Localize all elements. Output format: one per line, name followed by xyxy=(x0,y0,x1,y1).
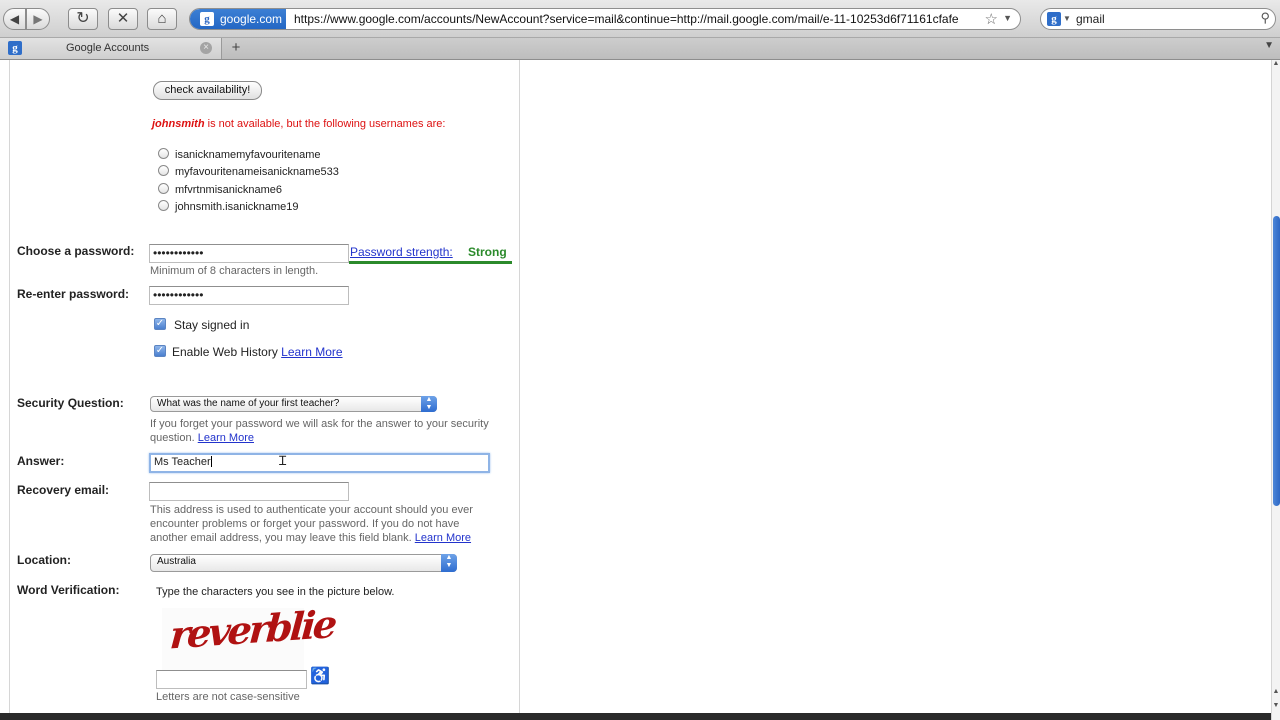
home-button[interactable]: ⌂ xyxy=(147,8,177,30)
forward-button[interactable]: ▶ xyxy=(26,8,50,30)
content-border-left xyxy=(9,60,10,720)
vertical-scrollbar[interactable]: ▲ ▲ ▼ xyxy=(1271,60,1280,720)
web-history-checkbox[interactable]: ✓ xyxy=(154,345,166,357)
check-availability-button[interactable]: check availability! xyxy=(153,81,262,100)
stay-signed-in-checkbox[interactable]: ✓ xyxy=(154,318,166,330)
recovery-hint-line1: This address is used to authenticate you… xyxy=(150,504,473,516)
username-suggestion[interactable]: myfavouritenameisanickname533 xyxy=(158,165,339,178)
password-strength-link[interactable]: Password strength: xyxy=(350,245,453,259)
scroll-up-icon[interactable]: ▲ xyxy=(1272,60,1280,67)
location-value: Australia xyxy=(157,556,196,567)
password-value: •••••••••••• xyxy=(153,246,204,260)
captcha-input[interactable] xyxy=(156,670,307,689)
password-field[interactable]: •••••••••••• xyxy=(149,244,349,263)
recovery-learn-more-link[interactable]: Learn More xyxy=(415,532,471,544)
reenter-password-label: Re-enter password: xyxy=(17,287,130,301)
suggestion-label: myfavouritenameisanickname533 xyxy=(175,166,339,178)
security-learn-more-link[interactable]: Learn More xyxy=(198,432,254,444)
scroll-down-icon[interactable]: ▼ xyxy=(1272,702,1280,709)
security-hint-line1: If you forget your password we will ask … xyxy=(150,418,489,430)
security-question-label: Security Question: xyxy=(17,396,124,410)
recovery-hint-line3: another email address, you may leave thi… xyxy=(150,532,412,544)
text-caret xyxy=(210,456,212,467)
security-question-value: What was the name of your first teacher? xyxy=(157,398,340,409)
reload-button[interactable]: ↻ xyxy=(68,8,98,30)
google-search-engine-icon[interactable]: g xyxy=(1047,12,1061,26)
answer-label: Answer: xyxy=(17,454,65,468)
recovery-email-field[interactable] xyxy=(149,482,349,501)
suggestion-label: mfvrtnmisanickname6 xyxy=(175,184,282,196)
password-strength-value: Strong xyxy=(468,245,507,259)
search-bar[interactable]: g ▼ gmail ⚲ xyxy=(1040,8,1276,30)
recovery-hint-line3-wrap: another email address, you may leave thi… xyxy=(150,531,471,545)
search-icon[interactable]: ⚲ xyxy=(1260,10,1270,26)
recovery-hint-line2: encounter problems or forget your passwo… xyxy=(150,518,460,530)
scrollbar-thumb[interactable] xyxy=(1273,216,1280,506)
close-tab-icon[interactable]: × xyxy=(200,42,212,54)
suggestion-label: johnsmith.isanickname19 xyxy=(175,201,299,213)
url-text[interactable]: https://www.google.com/accounts/NewAccou… xyxy=(294,9,984,29)
web-history-text: Enable Web History Learn More xyxy=(172,345,343,359)
site-identity-badge[interactable]: g google.com xyxy=(190,9,286,29)
password-strength-bar xyxy=(349,261,512,264)
word-verification-label: Word Verification: xyxy=(17,583,120,597)
suggestion-radio[interactable] xyxy=(158,183,169,194)
captcha-text: reverblie xyxy=(168,601,336,658)
reenter-password-field[interactable]: •••••••••••• xyxy=(149,286,349,305)
browser-toolbar: ◀ ▶ ↻ ✕ ⌂ g google.com https://www.googl… xyxy=(0,0,1280,38)
security-hint-line2-wrap: question. Learn More xyxy=(150,431,254,445)
unavailable-message-text: is not available, but the following user… xyxy=(204,118,446,130)
search-input[interactable]: gmail xyxy=(1076,9,1105,29)
ibeam-cursor-icon: Ɪ xyxy=(279,453,287,468)
username-suggestion[interactable]: isanicknamemyfavouritename xyxy=(158,148,321,161)
stay-signed-in-label: Stay signed in xyxy=(174,318,250,332)
suggestion-radio[interactable] xyxy=(158,165,169,176)
web-history-label: Enable Web History xyxy=(172,345,278,359)
web-history-learn-more-link[interactable]: Learn More xyxy=(281,345,342,359)
scroll-up-icon[interactable]: ▲ xyxy=(1272,688,1280,695)
suggestion-label: isanicknamemyfavouritename xyxy=(175,149,321,161)
content-border-right xyxy=(519,60,520,720)
tab-strip: g Google Accounts × + ▼ xyxy=(0,38,1280,60)
select-arrows-icon: ▲ ▼ xyxy=(441,554,457,572)
address-bar[interactable]: g google.com https://www.google.com/acco… xyxy=(189,8,1021,30)
password-label: Choose a password: xyxy=(17,244,135,258)
reenter-password-value: •••••••••••• xyxy=(153,288,204,302)
back-button[interactable]: ◀ xyxy=(3,8,26,30)
page-viewport: check availability! johnsmith is not ava… xyxy=(0,60,1271,720)
tab-overflow-icon[interactable]: ▼ xyxy=(1264,40,1274,51)
recovery-email-label: Recovery email: xyxy=(17,483,110,497)
select-arrows-icon: ▲ ▼ xyxy=(421,396,437,412)
password-hint: Minimum of 8 characters in length. xyxy=(150,265,319,277)
url-dropdown-icon[interactable]: ▼ xyxy=(1003,13,1012,23)
location-label: Location: xyxy=(17,553,71,567)
stop-button[interactable]: ✕ xyxy=(108,8,138,30)
search-engine-dropdown-icon[interactable]: ▼ xyxy=(1063,14,1071,23)
google-favicon-icon: g xyxy=(200,12,214,26)
video-overlay-strip xyxy=(0,713,1271,720)
new-tab-button[interactable]: + xyxy=(226,38,246,59)
unavailable-username: johnsmith xyxy=(152,118,205,130)
suggestion-radio[interactable] xyxy=(158,200,169,211)
username-suggestion[interactable]: mfvrtnmisanickname6 xyxy=(158,183,282,196)
username-suggestion[interactable]: johnsmith.isanickname19 xyxy=(158,200,299,213)
tab-title: Google Accounts xyxy=(66,42,150,54)
case-sensitivity-hint: Letters are not case-sensitive xyxy=(156,691,300,703)
security-hint-line2: question. xyxy=(150,432,195,444)
username-unavailable-message: johnsmith is not available, but the foll… xyxy=(152,118,452,131)
accessibility-audio-captcha-icon[interactable]: ♿ xyxy=(310,666,330,686)
answer-field[interactable]: Ms Teacher xyxy=(149,453,490,473)
bookmark-star-icon[interactable]: ☆ xyxy=(985,10,998,28)
tab-google-accounts[interactable]: g Google Accounts × xyxy=(0,38,222,59)
google-favicon-icon: g xyxy=(8,41,22,55)
answer-value: Ms Teacher xyxy=(154,456,211,468)
location-select[interactable]: Australia ▲ ▼ xyxy=(150,554,457,572)
security-question-select[interactable]: What was the name of your first teacher?… xyxy=(150,396,437,412)
suggestion-radio[interactable] xyxy=(158,148,169,159)
word-verification-instructions: Type the characters you see in the pictu… xyxy=(156,586,395,598)
site-identity-text: google.com xyxy=(220,12,283,26)
